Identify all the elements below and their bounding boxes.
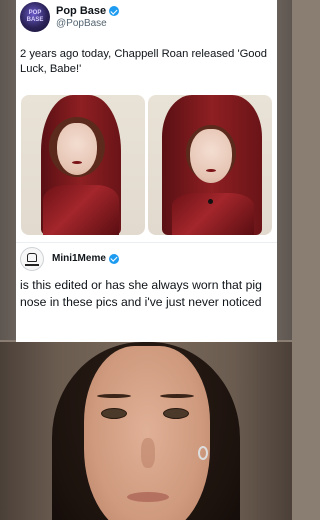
reply-text: is this edited or has she always worn th… (20, 278, 262, 309)
author-name[interactable]: Pop Base (56, 5, 106, 17)
mini1meme-avatar[interactable] (20, 247, 44, 271)
tweet-screenshot-card: POP BASE Pop Base @PopBase 2 years ago t… (16, 0, 277, 342)
author-row: Pop Base (56, 4, 120, 18)
pop-base-avatar[interactable]: POP BASE (20, 2, 50, 32)
tweet-photo-1[interactable] (21, 95, 145, 235)
reply-author-name[interactable]: Mini1Meme (52, 253, 106, 264)
author-handle[interactable]: @PopBase (56, 18, 107, 29)
meme-logo-icon (27, 253, 37, 262)
tweet-text: 2 years ago today, Chappell Roan release… (20, 48, 267, 75)
person-mouth (127, 492, 169, 502)
tweet-photo-2[interactable] (148, 95, 272, 235)
reply-author-row: Mini1Meme (52, 253, 119, 264)
avatar-logo-text: POP BASE (26, 10, 44, 23)
verified-badge-icon (109, 6, 120, 16)
verified-badge-icon (108, 253, 119, 264)
divider (16, 242, 277, 243)
background-video-person (0, 342, 292, 520)
earring (198, 446, 208, 460)
